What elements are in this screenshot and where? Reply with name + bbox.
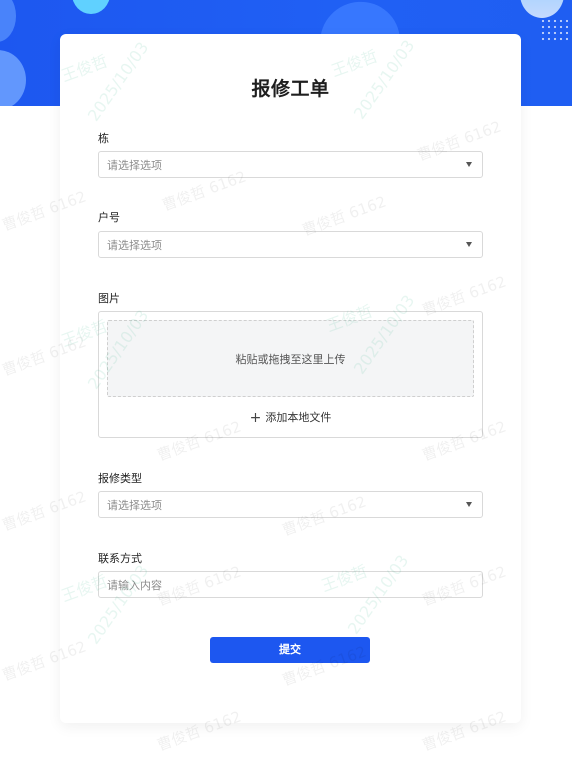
contact-placeholder: 请输入内容 [107, 579, 162, 592]
repair-type-select[interactable]: 请选择选项 [98, 491, 483, 518]
decor-blob [0, 0, 16, 42]
decor-blob [72, 0, 110, 14]
caret-down-icon [466, 162, 472, 167]
decor-dots [540, 18, 568, 42]
caret-down-icon [466, 502, 472, 507]
contact-label: 联系方式 [98, 552, 142, 565]
unit-label: 户号 [98, 211, 120, 224]
contact-input[interactable]: 请输入内容 [98, 571, 483, 598]
caret-down-icon [466, 242, 472, 247]
add-local-file-label: 添加本地文件 [265, 411, 332, 424]
page: 报修工单 栋 请选择选项 户号 请选择选项 图片 粘贴或拖拽至这里上传 + 添加本… [0, 0, 572, 761]
repair-type-placeholder: 请选择选项 [107, 499, 162, 512]
drop-zone-text: 粘贴或拖拽至这里上传 [235, 353, 346, 366]
unit-select[interactable]: 请选择选项 [98, 231, 483, 258]
image-drop-zone[interactable]: 粘贴或拖拽至这里上传 [107, 320, 474, 397]
unit-placeholder: 请选择选项 [107, 239, 162, 252]
image-upload: 粘贴或拖拽至这里上传 + 添加本地文件 [98, 311, 483, 438]
form-card: 报修工单 栋 请选择选项 户号 请选择选项 图片 粘贴或拖拽至这里上传 + 添加本… [60, 34, 521, 723]
building-select[interactable]: 请选择选项 [98, 151, 483, 178]
form-title: 报修工单 [251, 78, 330, 100]
plus-icon: + [249, 410, 262, 426]
building-label: 栋 [98, 132, 109, 145]
add-local-file-button[interactable]: + 添加本地文件 [99, 409, 482, 425]
images-label: 图片 [98, 292, 120, 305]
decor-blob [0, 50, 26, 106]
building-placeholder: 请选择选项 [107, 159, 162, 172]
repair-type-label: 报修类型 [98, 472, 142, 485]
submit-button[interactable]: 提交 [210, 637, 370, 663]
decor-blob [520, 0, 564, 18]
